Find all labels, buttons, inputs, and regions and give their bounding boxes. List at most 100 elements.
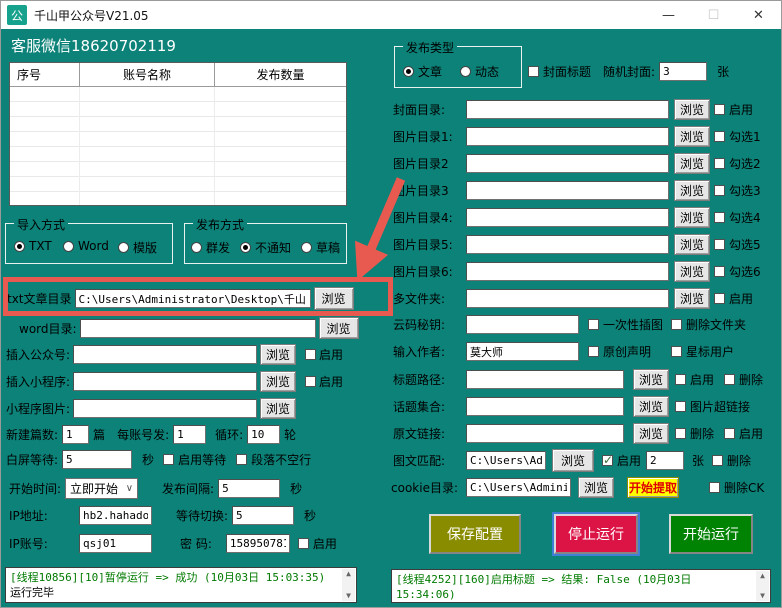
cover-title-checkbox[interactable] xyxy=(528,66,539,77)
cover-dir-enable-checkbox[interactable] xyxy=(714,104,725,115)
new-count-input[interactable] xyxy=(62,425,89,444)
enable-wait-checkbox[interactable] xyxy=(163,454,174,465)
img-dir3-checkbox[interactable] xyxy=(714,185,725,196)
word-dir-browse-button[interactable]: 浏览 xyxy=(319,317,359,339)
img-dir1-input[interactable] xyxy=(466,127,669,146)
start-time-dropdown[interactable]: 立即开始 ∨ xyxy=(65,478,138,499)
cover-dir-browse-button[interactable]: 浏览 xyxy=(674,99,710,120)
author-input[interactable] xyxy=(466,342,579,361)
scroll-up-icon[interactable]: ▲ xyxy=(346,569,351,579)
scroll-up-icon[interactable]: ▲ xyxy=(760,571,765,581)
radio-mass-send[interactable] xyxy=(191,242,202,253)
topic-set-browse-button[interactable]: 浏览 xyxy=(633,396,669,417)
stop-run-button[interactable]: 停止运行 xyxy=(554,514,638,554)
img-match-browse-button[interactable]: 浏览 xyxy=(552,449,594,472)
loop-input[interactable] xyxy=(247,425,280,444)
star-user-checkbox[interactable] xyxy=(671,346,682,357)
random-cover-input[interactable] xyxy=(659,62,707,81)
insert-mini-browse-button[interactable]: 浏览 xyxy=(260,371,296,392)
img-dir3-input[interactable] xyxy=(466,181,669,200)
image-hyperlink-checkbox[interactable] xyxy=(675,401,686,412)
img-dir4-checkbox[interactable] xyxy=(714,212,725,223)
source-link-input[interactable] xyxy=(466,424,624,443)
ip-address-input[interactable] xyxy=(79,506,152,525)
multi-folder-input[interactable] xyxy=(466,289,669,308)
radio-word[interactable] xyxy=(63,241,74,252)
multi-folder-enable-checkbox[interactable] xyxy=(714,293,725,304)
radio-template[interactable] xyxy=(118,242,129,253)
insert-mp-browse-button[interactable]: 浏览 xyxy=(260,344,296,365)
right-log-box[interactable]: [线程4252][160]启用标题 => 结果: False (10月03日 1… xyxy=(391,569,771,603)
scroll-down-icon[interactable]: ▼ xyxy=(346,591,351,601)
insert-mp-enable-checkbox[interactable] xyxy=(305,349,316,360)
start-run-button[interactable]: 开始运行 xyxy=(669,514,753,554)
title-path-input[interactable] xyxy=(466,370,624,389)
cookie-dir-input[interactable] xyxy=(466,478,571,497)
per-account-input[interactable] xyxy=(173,425,206,444)
delete-ck-checkbox[interactable] xyxy=(709,482,720,493)
title-path-enable-checkbox[interactable] xyxy=(675,374,686,385)
img-match-count-input[interactable] xyxy=(646,451,684,470)
password-input[interactable] xyxy=(226,534,290,553)
img-match-delete-checkbox[interactable] xyxy=(712,455,723,466)
interval-input[interactable] xyxy=(218,479,280,498)
img-dir1-checkbox[interactable] xyxy=(714,131,725,142)
mini-img-browse-button[interactable]: 浏览 xyxy=(260,398,296,419)
mini-img-input[interactable] xyxy=(73,399,257,418)
cookie-dir-browse-button[interactable]: 浏览 xyxy=(578,477,614,498)
insert-mini-enable-checkbox[interactable] xyxy=(305,376,316,387)
account-table[interactable]: 序号 账号名称 发布数量 xyxy=(9,62,347,206)
word-dir-input[interactable] xyxy=(80,319,316,338)
txt-dir-input[interactable] xyxy=(75,289,311,308)
img-dir2-checkbox[interactable] xyxy=(714,158,725,169)
img-dir5-input[interactable] xyxy=(466,235,669,254)
img-dir4-browse-button[interactable]: 浏览 xyxy=(674,207,710,228)
scroll-down-icon[interactable]: ▼ xyxy=(760,591,765,601)
img-dir6-input[interactable] xyxy=(466,262,669,281)
radio-draft[interactable] xyxy=(301,242,312,253)
img-dir6-checkbox[interactable] xyxy=(714,266,725,277)
radio-txt[interactable] xyxy=(14,241,25,252)
title-path-browse-button[interactable]: 浏览 xyxy=(633,369,669,390)
save-config-button[interactable]: 保存配置 xyxy=(429,514,521,554)
img-dir2-input[interactable] xyxy=(466,154,669,173)
multi-folder-browse-button[interactable]: 浏览 xyxy=(674,288,710,309)
delete-folder-checkbox[interactable] xyxy=(671,319,682,330)
topic-set-input[interactable] xyxy=(466,397,624,416)
txt-dir-browse-button[interactable]: 浏览 xyxy=(314,287,354,310)
img-dir4-input[interactable] xyxy=(466,208,669,227)
img-dir1-browse-button[interactable]: 浏览 xyxy=(674,126,710,147)
close-button[interactable]: ✕ xyxy=(736,1,781,29)
title-path-delete-checkbox[interactable] xyxy=(724,374,735,385)
radio-moment[interactable] xyxy=(460,66,471,77)
source-link-browse-button[interactable]: 浏览 xyxy=(633,423,669,444)
original-statement-checkbox[interactable] xyxy=(588,346,599,357)
ip-account-input[interactable] xyxy=(79,534,152,553)
minimize-button[interactable]: — xyxy=(646,1,691,29)
ip-enable-checkbox[interactable] xyxy=(298,538,309,549)
img-dir3-browse-button[interactable]: 浏览 xyxy=(674,180,710,201)
cover-dir-input[interactable] xyxy=(466,100,669,119)
insert-mini-input[interactable] xyxy=(73,372,257,391)
no-blank-line-checkbox[interactable] xyxy=(236,454,247,465)
left-log-box[interactable]: [线程10856][10]暂停运行 => 成功 (10月03日 15:03:35… xyxy=(5,567,357,603)
switch-wait-input[interactable] xyxy=(232,506,294,525)
img-dir2-browse-button[interactable]: 浏览 xyxy=(674,153,710,174)
img-match-enable-checkbox[interactable] xyxy=(602,455,613,466)
img-dir6-browse-button[interactable]: 浏览 xyxy=(674,261,710,282)
white-wait-input[interactable] xyxy=(62,450,132,469)
img-match-input[interactable] xyxy=(466,451,546,470)
source-link-enable-checkbox[interactable] xyxy=(724,428,735,439)
radio-no-notify[interactable] xyxy=(240,242,251,253)
img-dir5-browse-button[interactable]: 浏览 xyxy=(674,234,710,255)
start-extract-button[interactable]: 开始提取 xyxy=(627,477,679,498)
img-dir5-checkbox[interactable] xyxy=(714,239,725,250)
one-time-image-checkbox[interactable] xyxy=(588,319,599,330)
source-link-delete-checkbox[interactable] xyxy=(675,428,686,439)
cloud-key-input[interactable] xyxy=(466,315,579,334)
left-log-scrollbar[interactable]: ▲ ▼ xyxy=(342,569,355,601)
maximize-button[interactable]: ☐ xyxy=(691,1,736,29)
insert-mp-input[interactable] xyxy=(73,345,257,364)
right-log-scrollbar[interactable]: ▲ ▼ xyxy=(756,571,769,601)
radio-article[interactable] xyxy=(403,66,414,77)
